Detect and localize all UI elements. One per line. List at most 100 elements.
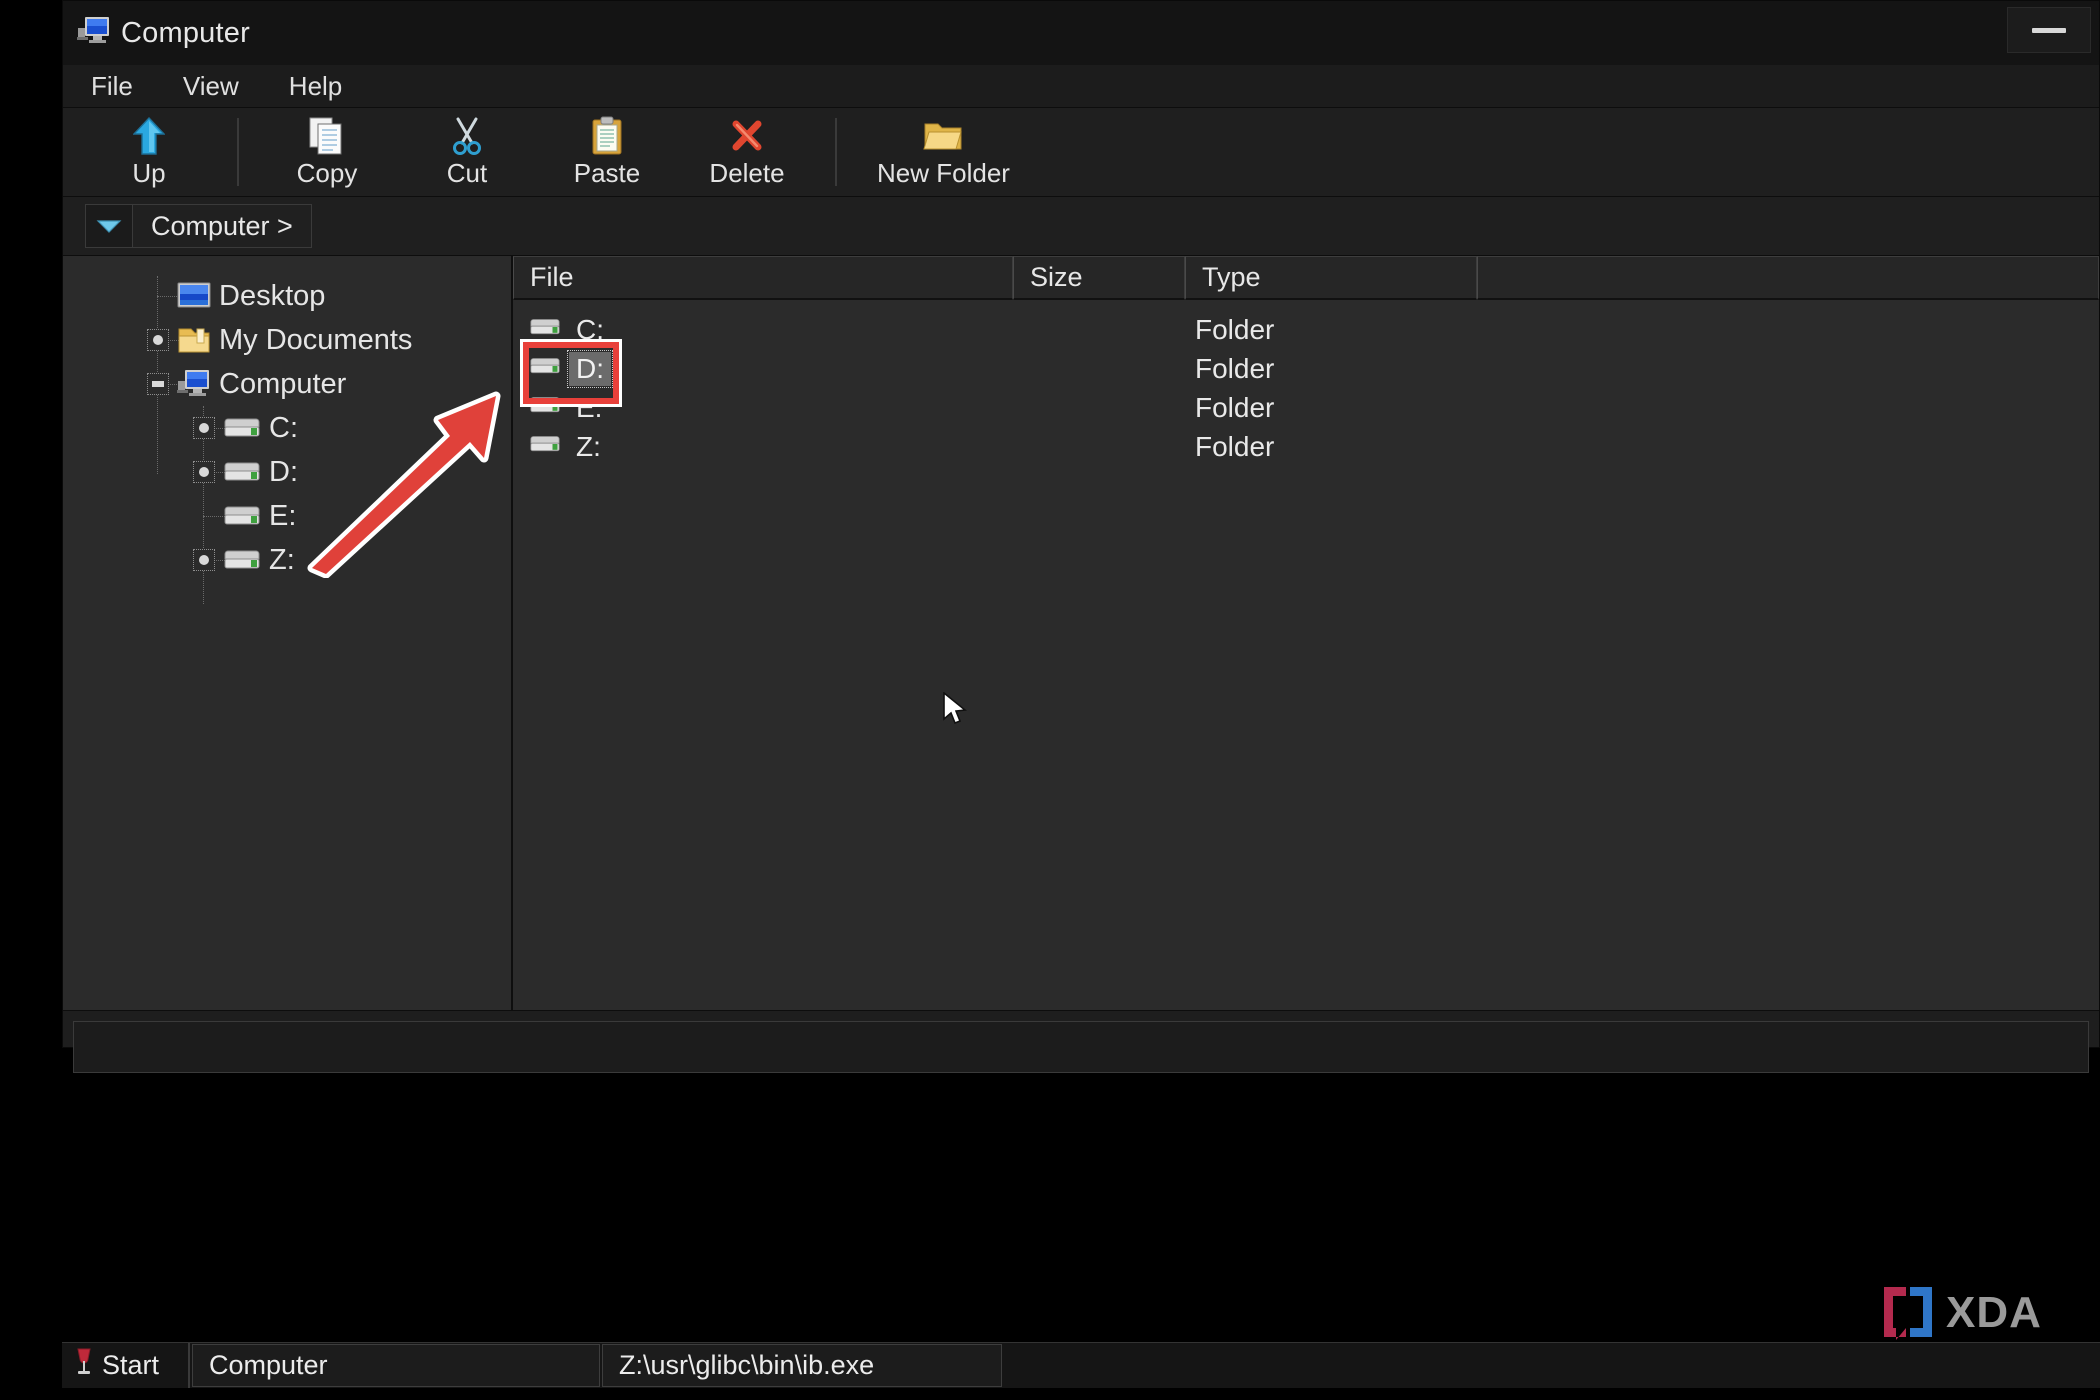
file-name: D: [567, 349, 613, 388]
tree-expander[interactable] [185, 461, 223, 483]
tree-expander[interactable] [185, 549, 223, 571]
title-bar: Computer [63, 1, 2099, 65]
xda-watermark: XDA [1878, 1281, 2078, 1348]
tree-item-z-drive[interactable]: Z: [63, 538, 511, 582]
tree-expander[interactable] [139, 329, 177, 351]
file-type: Folder [1195, 391, 1275, 423]
tree-item-d-drive[interactable]: D: [63, 450, 511, 494]
paste-button[interactable]: Paste [537, 108, 677, 196]
expand-plus-icon[interactable] [147, 329, 169, 351]
folder-icon [177, 325, 211, 355]
taskbar: Start Computer Z:\usr\glibc\bin\ib.exe [62, 1342, 2100, 1388]
chevron-down-icon[interactable] [86, 205, 133, 247]
tree-item-label: C: [269, 411, 298, 444]
tree-item-my-documents[interactable]: My Documents [63, 318, 511, 362]
cut-button[interactable]: Cut [397, 108, 537, 196]
clipboard-icon [590, 115, 624, 157]
drive-icon [529, 395, 561, 420]
file-type: Folder [1195, 352, 1275, 384]
tree-item-e-drive[interactable]: E: [63, 494, 511, 538]
table-row[interactable]: C: Folder [513, 310, 2099, 349]
collapse-minus-icon[interactable] [147, 373, 169, 395]
file-name: C: [576, 313, 604, 345]
file-name: Z: [576, 430, 601, 462]
table-row[interactable]: Z: Folder [513, 427, 2099, 466]
menu-item-help[interactable]: Help [283, 69, 348, 104]
toolbar-separator-2 [835, 118, 837, 186]
column-header-blank[interactable] [1477, 256, 2099, 300]
address-bar: Computer > [63, 197, 2099, 256]
tree-item-label: D: [269, 455, 298, 488]
menu-bar: File View Help [63, 65, 2099, 108]
content-split: Desktop My Documents Computer C: D: E: Z… [63, 256, 2099, 1011]
column-header-size[interactable]: Size [1013, 256, 1185, 300]
tree-item-label: Computer [219, 367, 347, 400]
column-headers: File Size Type [513, 256, 2099, 300]
desktop-icon [177, 282, 211, 310]
file-name-cell: Z: [529, 430, 608, 464]
minimize-button[interactable] [2007, 7, 2091, 53]
up-button-label: Up [132, 158, 166, 188]
computer-icon [177, 369, 211, 399]
status-bar [73, 1021, 2089, 1073]
up-arrow-icon [133, 115, 165, 157]
tree-expander[interactable] [139, 373, 177, 395]
breadcrumb[interactable]: Computer > [133, 205, 311, 247]
file-type: Folder [1195, 313, 1275, 345]
taskbar-button-wine-app[interactable]: Z:\usr\glibc\bin\ib.exe [602, 1344, 1002, 1387]
column-header-file[interactable]: File [513, 256, 1013, 300]
copy-button[interactable]: Copy [257, 108, 397, 196]
tree-item-label: Z: [269, 543, 295, 576]
folder-tree-panel: Desktop My Documents Computer C: D: E: Z… [63, 256, 513, 1010]
file-list-panel: File Size Type C: Folder D: Folder E: Fo… [513, 256, 2099, 1010]
tree-item-computer[interactable]: Computer [63, 362, 511, 406]
toolbar: Up Copy Cut Paste Delete New Folder [63, 108, 2099, 197]
file-name-cell: E: [529, 391, 609, 425]
drive-icon [223, 460, 261, 484]
file-name-cell: C: [529, 313, 611, 347]
cut-button-label: Cut [446, 158, 488, 188]
taskbar-button-computer[interactable]: Computer [192, 1344, 600, 1387]
tree-item-c-drive[interactable]: C: [63, 406, 511, 450]
tree-item-label: My Documents [219, 323, 413, 356]
column-header-type[interactable]: Type [1185, 256, 1477, 300]
wine-glass-icon [74, 1347, 94, 1384]
tree-expander[interactable] [185, 417, 223, 439]
table-row[interactable]: E: Folder [513, 388, 2099, 427]
drive-icon [529, 434, 561, 459]
copy-pages-icon [308, 115, 346, 157]
drive-icon [529, 356, 561, 381]
tree-item-label: Desktop [219, 279, 326, 312]
computer-monitor-icon [77, 16, 111, 51]
menu-item-view[interactable]: View [177, 69, 245, 104]
xda-watermark-text: XDA [1946, 1288, 2042, 1337]
drive-icon [223, 548, 261, 572]
up-button[interactable]: Up [79, 108, 219, 196]
table-row[interactable]: D: Folder [513, 349, 2099, 388]
scissors-icon [450, 115, 484, 157]
new-folder-button-label: New Folder [877, 158, 1010, 188]
file-type: Folder [1195, 430, 1275, 462]
delete-button[interactable]: Delete [677, 108, 817, 196]
file-rows: C: Folder D: Folder E: Folder Z: Folder [513, 300, 2099, 1010]
new-folder-button[interactable]: New Folder [855, 108, 1032, 196]
minimize-icon [2032, 27, 2066, 33]
file-name-cell: D: [529, 349, 613, 388]
start-label: Start [102, 1350, 160, 1380]
drive-icon [223, 504, 261, 528]
copy-button-label: Copy [296, 158, 358, 188]
expand-plus-icon[interactable] [193, 549, 215, 571]
delete-button-label: Delete [709, 158, 785, 188]
address-bar-inner[interactable]: Computer > [85, 204, 312, 248]
file-manager-window: Computer File View Help Up Copy Cut Past… [62, 0, 2100, 1073]
toolbar-separator-1 [237, 118, 239, 186]
tree-item-desktop[interactable]: Desktop [63, 274, 511, 318]
menu-item-file[interactable]: File [85, 69, 139, 104]
tree-item-label: E: [269, 499, 297, 532]
start-button[interactable]: Start [62, 1343, 190, 1388]
drive-icon [223, 416, 261, 440]
expand-plus-icon[interactable] [193, 461, 215, 483]
new-folder-icon [923, 115, 963, 157]
expand-plus-icon[interactable] [193, 417, 215, 439]
paste-button-label: Paste [573, 158, 641, 188]
